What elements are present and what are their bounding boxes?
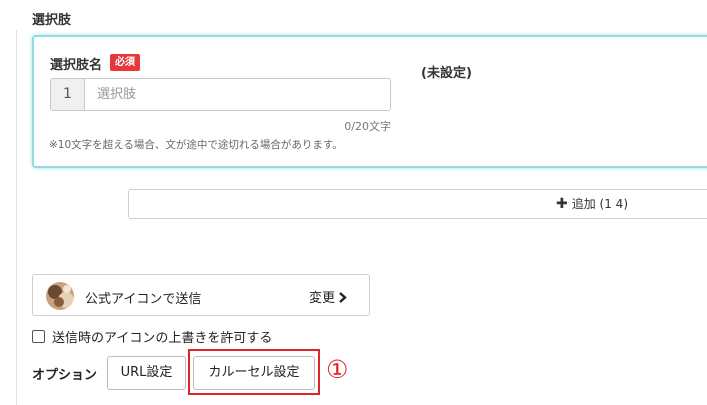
char-count: 0/20文字	[344, 120, 391, 133]
chevron-right-icon	[339, 292, 347, 303]
change-sender-button[interactable]: 変更	[309, 287, 347, 306]
options-label: オプション	[32, 368, 98, 383]
url-settings-button[interactable]: URL設定	[107, 356, 186, 390]
choice-index: 1	[51, 79, 85, 110]
choice-card: 選択肢名 必須 (未設定) 1 0/20文字 ※10文字を超える場合、文が途中で…	[32, 35, 707, 168]
annotation-highlight	[188, 349, 320, 395]
sender-icon-card: 公式アイコンで送信 変更	[32, 274, 370, 316]
add-choice-label: 追加 (1 4)	[571, 197, 628, 211]
divider	[16, 30, 17, 405]
choice-name-label: 選択肢名	[50, 58, 103, 73]
avatar	[46, 282, 74, 310]
plus-icon: ✚	[556, 196, 568, 212]
avatar-image	[46, 282, 74, 310]
page: 選択肢 選択肢名 必須 (未設定) 1 0/20文字 ※10文字を超える場合、文…	[0, 0, 707, 405]
override-checkbox[interactable]	[32, 330, 45, 343]
sender-name: 公式アイコンで送信	[85, 292, 202, 307]
choice-preview: (未設定)	[421, 66, 472, 81]
add-choice-button[interactable]: ✚ 追加 (1 4)	[128, 189, 707, 219]
truncation-note: ※10文字を超える場合、文が途中で途切れる場合があります。	[49, 139, 343, 151]
choice-name-input[interactable]	[86, 79, 390, 110]
required-badge: 必須	[110, 54, 140, 71]
section-title: 選択肢	[32, 13, 72, 28]
add-choice-content: ✚ 追加 (1 4)	[556, 190, 628, 218]
annotation-step-number: ①	[326, 355, 349, 384]
choice-input-group: 1	[50, 78, 391, 111]
override-label[interactable]: 送信時のアイコンの上書きを許可する	[52, 327, 272, 346]
change-label: 変更	[309, 291, 336, 306]
